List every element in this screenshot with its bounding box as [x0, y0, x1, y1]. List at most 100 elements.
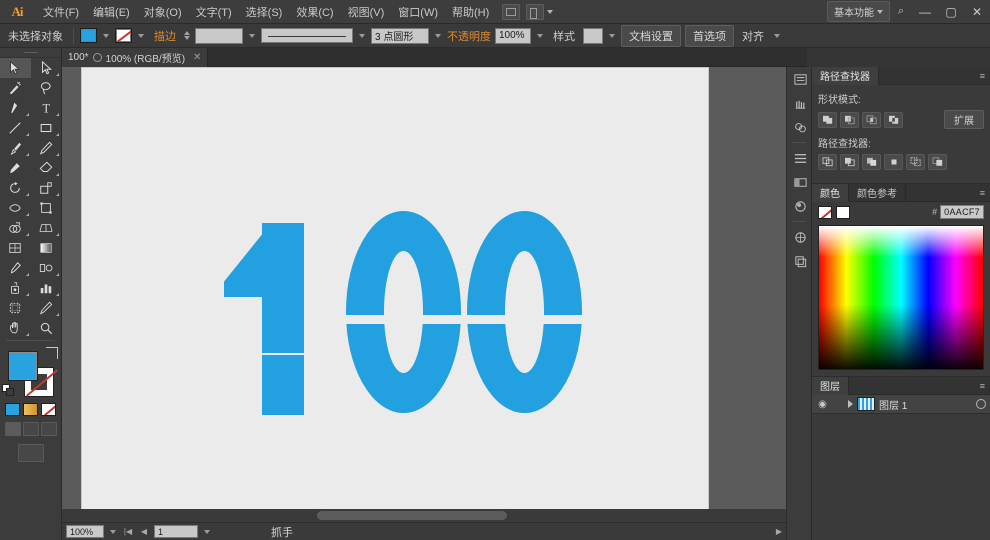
eye-icon[interactable]: ◉: [816, 398, 829, 411]
color-panel-menu-icon[interactable]: ≡: [980, 188, 985, 198]
pathfinder-panel-menu-icon[interactable]: ≡: [980, 71, 985, 81]
layer-row[interactable]: ◉ 图层 1: [812, 395, 990, 414]
minus-front-button[interactable]: [840, 111, 859, 128]
swatches-icon[interactable]: [787, 115, 813, 139]
color-fill-swatch[interactable]: [818, 205, 832, 219]
zoom-tool[interactable]: [31, 318, 62, 338]
menu-object[interactable]: 对象(O): [137, 2, 189, 22]
page-chevron-down-icon[interactable]: [204, 529, 210, 534]
menu-help[interactable]: 帮助(H): [445, 2, 496, 22]
close-button[interactable]: ✕: [964, 1, 990, 23]
merge-button[interactable]: [862, 154, 881, 170]
normal-screen-mode-icon[interactable]: [4, 422, 21, 436]
layers-panel-menu-icon[interactable]: ≡: [980, 381, 985, 391]
document-tab-close-icon[interactable]: ✕: [193, 52, 201, 63]
swap-fill-stroke-icon[interactable]: [46, 347, 58, 359]
brush-definition-field[interactable]: 3 点圆形: [371, 27, 429, 44]
current-tool-label[interactable]: 抓手: [271, 524, 293, 540]
layers-small-icon[interactable]: [787, 249, 813, 273]
rectangle-tool[interactable]: [31, 118, 62, 138]
align-label[interactable]: 对齐: [738, 28, 768, 44]
search-icon[interactable]: ⌕: [890, 1, 912, 23]
first-page-button[interactable]: |◀: [122, 525, 134, 538]
expand-button[interactable]: 扩展: [944, 110, 984, 129]
unite-button[interactable]: [818, 111, 837, 128]
tab-color[interactable]: 颜色: [812, 183, 849, 202]
target-indicator-icon[interactable]: [976, 399, 986, 409]
intersect-button[interactable]: [862, 111, 881, 128]
minus-back-button[interactable]: [928, 154, 947, 170]
stroke-weight-stepper[interactable]: [184, 31, 190, 40]
menu-type[interactable]: 文字(T): [189, 2, 239, 22]
fill-color-swatch[interactable]: [80, 28, 97, 43]
symbols-icon[interactable]: [787, 91, 813, 115]
change-screen-mode-button[interactable]: [17, 444, 44, 462]
minimize-button[interactable]: —: [912, 1, 938, 23]
color-button[interactable]: [5, 403, 20, 416]
bridge-icon[interactable]: [502, 3, 521, 20]
opacity-field[interactable]: 100%: [495, 27, 531, 44]
artboard-tool[interactable]: [0, 298, 31, 318]
stroke-color-swatch[interactable]: [115, 28, 132, 43]
transform-icon[interactable]: [787, 170, 813, 194]
lasso-tool[interactable]: [31, 78, 62, 98]
pen-tool[interactable]: [0, 98, 31, 118]
fill-swatch-large[interactable]: [8, 351, 38, 381]
rotate-tool[interactable]: [0, 178, 31, 198]
none-button[interactable]: [41, 403, 56, 416]
gradient-button[interactable]: [23, 403, 38, 416]
scale-tool[interactable]: [31, 178, 62, 198]
brush-definition-chevron-down-icon[interactable]: [435, 33, 441, 38]
tab-color-guide[interactable]: 颜色参考: [849, 183, 906, 202]
selection-tool[interactable]: [0, 58, 31, 78]
align-icon[interactable]: [787, 146, 813, 170]
blend-tool[interactable]: [31, 258, 62, 278]
style-chevron-down-icon[interactable]: [609, 33, 615, 38]
canvas-area[interactable]: [62, 67, 807, 522]
menu-select[interactable]: 选择(S): [239, 2, 290, 22]
menu-file[interactable]: 文件(F): [36, 2, 86, 22]
stroke-profile-chevron-down-icon[interactable]: [359, 33, 365, 38]
stroke-chevron-down-icon[interactable]: [138, 33, 144, 38]
document-setup-button[interactable]: 文档设置: [621, 24, 681, 47]
eraser-tool[interactable]: [31, 158, 62, 178]
divide-button[interactable]: [818, 154, 837, 170]
preferences-button[interactable]: 首选项: [685, 24, 734, 47]
appearance-icon[interactable]: [787, 194, 813, 218]
brushes-icon[interactable]: [787, 67, 813, 91]
gradient-tool[interactable]: [31, 238, 62, 258]
paintbrush-tool[interactable]: [0, 138, 31, 158]
magic-wand-tool[interactable]: [0, 78, 31, 98]
opacity-chevron-down-icon[interactable]: [537, 33, 543, 38]
hand-tool[interactable]: [0, 318, 31, 338]
menu-view[interactable]: 视图(V): [341, 2, 392, 22]
previous-page-button[interactable]: ◀: [138, 525, 150, 538]
artboard[interactable]: [81, 67, 709, 522]
stroke-weight-chevron-down-icon[interactable]: [249, 33, 255, 38]
align-chevron-down-icon[interactable]: [774, 33, 780, 38]
layer-name[interactable]: 图层 1: [879, 397, 907, 412]
width-tool[interactable]: [0, 198, 31, 218]
shape-builder-tool[interactable]: [0, 218, 31, 238]
workspace-switcher[interactable]: 基本功能: [827, 1, 890, 22]
perspective-grid-tool[interactable]: [31, 218, 62, 238]
default-fill-stroke-icon[interactable]: [2, 384, 15, 397]
tab-pathfinder[interactable]: 路径查找器: [812, 66, 879, 85]
trim-button[interactable]: [840, 154, 859, 170]
zoom-chevron-down-icon[interactable]: [110, 529, 116, 534]
arrange-documents-icon[interactable]: [526, 3, 545, 20]
mesh-tool[interactable]: [0, 238, 31, 258]
artwork-100[interactable]: [224, 203, 585, 415]
eyedropper-tool[interactable]: [0, 258, 31, 278]
page-number-field[interactable]: 1: [154, 525, 198, 538]
pencil-tool[interactable]: [31, 138, 62, 158]
outline-button[interactable]: [906, 154, 925, 170]
symbol-sprayer-tool[interactable]: [0, 278, 31, 298]
menu-effect[interactable]: 效果(C): [289, 2, 340, 22]
tab-layers[interactable]: 图层: [812, 376, 849, 395]
blob-brush-tool[interactable]: [0, 158, 31, 178]
fill-chevron-down-icon[interactable]: [103, 33, 109, 38]
style-swatch[interactable]: [583, 27, 603, 44]
next-page-button[interactable]: ▶: [773, 525, 785, 538]
opacity-label[interactable]: 不透明度: [447, 28, 491, 44]
